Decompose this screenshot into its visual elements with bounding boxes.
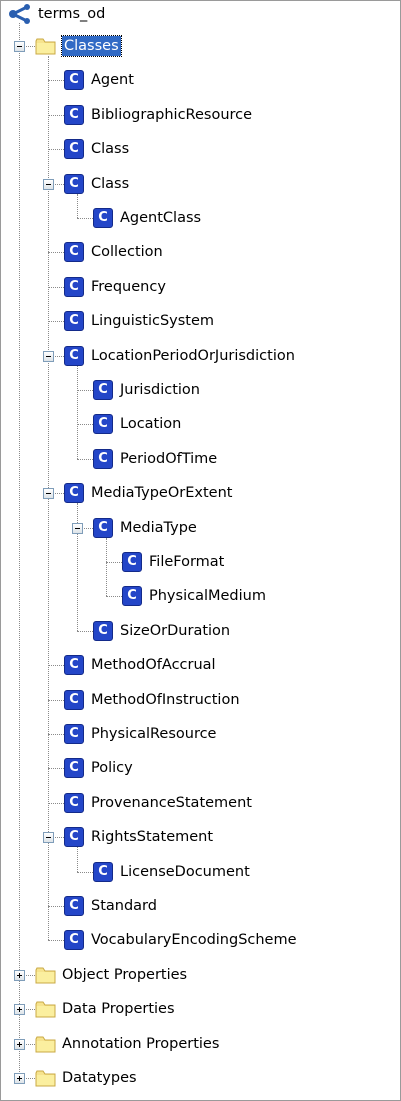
collapse-toggle[interactable]	[43, 832, 54, 844]
folder-icon	[35, 1069, 56, 1088]
tree-class-label[interactable]: LocationPeriodOrJurisdiction	[91, 346, 295, 366]
class-icon: C	[64, 896, 84, 916]
class-icon: C	[64, 242, 84, 263]
class-icon: C	[93, 414, 113, 435]
tree-connector	[19, 23, 20, 1078]
tree-class-label[interactable]: VocabularyEncodingScheme	[91, 930, 297, 950]
class-icon: C	[64, 792, 84, 813]
class-icon: C	[64, 104, 84, 125]
tree-connector	[106, 537, 107, 597]
tree-folder-label[interactable]: Data Properties	[62, 999, 175, 1019]
tree-class-label[interactable]: Jurisdiction	[120, 380, 200, 400]
collapse-toggle[interactable]	[72, 522, 83, 534]
class-icon: C	[64, 655, 84, 676]
folder-icon	[35, 966, 56, 985]
collapse-toggle[interactable]	[14, 41, 25, 52]
ontology-icon	[7, 4, 33, 24]
tree-class-label[interactable]: AgentClass	[120, 208, 201, 228]
tree-class-label[interactable]: FileFormat	[149, 552, 224, 572]
class-icon: C	[93, 861, 113, 882]
tree-connector	[77, 193, 78, 218]
tree-class-label[interactable]: BibliographicResource	[91, 105, 252, 125]
class-icon: C	[93, 517, 113, 538]
expand-toggle[interactable]	[14, 1073, 25, 1084]
class-icon: C	[64, 827, 84, 848]
tree-class-label[interactable]: PhysicalMedium	[149, 586, 266, 606]
tree-class-label[interactable]: RightsStatement	[91, 827, 213, 847]
ontology-tree-panel: terms_od Classes C Agent C BibliographicReso…	[0, 0, 401, 1101]
tree-class-label[interactable]: MethodOfAccrual	[91, 655, 216, 675]
tree-class-label[interactable]: Agent	[91, 70, 134, 90]
tree-class-label[interactable]: Frequency	[91, 277, 166, 297]
tree-class-label[interactable]: PeriodOfTime	[120, 449, 217, 469]
tree-folder-label[interactable]: Classes	[61, 35, 122, 57]
tree-class-label[interactable]: MethodOfInstruction	[91, 690, 240, 710]
expand-toggle[interactable]	[14, 1038, 25, 1050]
tree-connector	[77, 847, 78, 872]
tree-class-label[interactable]: MediaType	[120, 518, 197, 538]
class-icon: C	[64, 689, 84, 710]
tree-folder-label[interactable]: Object Properties	[62, 965, 187, 985]
tree-connector	[77, 365, 78, 459]
tree-class-label[interactable]: Standard	[91, 896, 157, 916]
tree-folder-label[interactable]: Annotation Properties	[62, 1034, 219, 1054]
class-icon: C	[93, 208, 113, 228]
tree-root-label[interactable]: terms_od	[38, 4, 105, 24]
tree-class-label[interactable]: Class	[91, 174, 129, 194]
expand-toggle[interactable]	[14, 969, 25, 981]
tree-folder-label[interactable]: Datatypes	[62, 1068, 137, 1088]
tree-class-label[interactable]: Policy	[91, 758, 133, 778]
collapse-toggle[interactable]	[43, 488, 54, 500]
class-icon: C	[64, 173, 84, 194]
tree-class-label[interactable]: LicenseDocument	[120, 862, 250, 882]
tree-class-label[interactable]: ProvenanceStatement	[91, 793, 252, 813]
folder-icon	[35, 1000, 56, 1019]
class-icon: C	[122, 586, 142, 607]
tree-class-label[interactable]: SizeOrDuration	[120, 621, 230, 641]
class-icon: C	[122, 552, 142, 572]
class-icon: C	[64, 70, 84, 91]
class-icon: C	[64, 311, 84, 332]
tree-class-label[interactable]: Class	[91, 139, 129, 159]
expand-toggle[interactable]	[14, 1004, 25, 1016]
class-icon: C	[64, 724, 84, 744]
class-icon: C	[64, 483, 84, 504]
class-icon: C	[64, 345, 84, 366]
collapse-toggle[interactable]	[43, 178, 54, 190]
class-icon: C	[64, 758, 84, 779]
tree-class-label[interactable]: Collection	[91, 242, 163, 262]
class-icon: C	[64, 139, 84, 160]
folder-icon	[35, 1035, 56, 1054]
class-icon: C	[93, 380, 113, 400]
class-icon: C	[64, 276, 84, 297]
class-icon: C	[93, 620, 113, 641]
tree-class-label[interactable]: Location	[120, 414, 181, 434]
tree-class-label[interactable]: MediaTypeOrExtent	[91, 483, 232, 503]
class-icon: C	[64, 930, 84, 951]
folder-icon	[35, 37, 56, 56]
tree-class-label[interactable]: PhysicalResource	[91, 724, 216, 744]
collapse-toggle[interactable]	[43, 350, 54, 362]
tree-class-label[interactable]: LinguisticSystem	[91, 311, 214, 331]
class-icon: C	[93, 448, 113, 469]
